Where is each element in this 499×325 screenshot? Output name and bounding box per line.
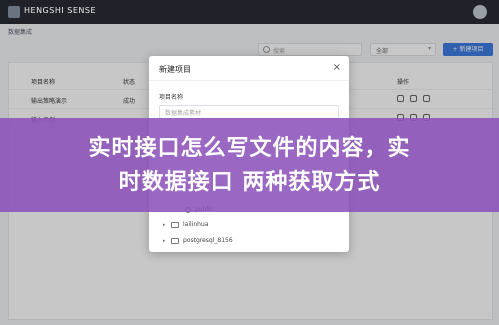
- expand-arrow-icon[interactable]: ▸: [163, 222, 166, 228]
- project-name-placeholder: 数据集成素材: [165, 110, 202, 117]
- avatar[interactable]: [473, 5, 487, 19]
- folder-icon: [171, 222, 179, 228]
- tree-node-lailinhua[interactable]: lailinhua: [183, 221, 208, 228]
- close-icon[interactable]: ×: [333, 62, 341, 73]
- project-name-field[interactable]: 数据集成素材: [159, 105, 339, 119]
- banner-line-1: 实时接口怎么写文件的内容，实: [88, 136, 411, 161]
- project-name-label: 项目名称: [159, 94, 184, 101]
- app-title: HENGSHI SENSE: [24, 6, 96, 15]
- folder-icon: [171, 238, 179, 244]
- tree-node-postgresql[interactable]: postgresql_8156: [183, 237, 233, 244]
- expand-arrow-icon[interactable]: ▸: [163, 238, 166, 244]
- top-bar: HENGSHI SENSE: [0, 0, 499, 24]
- dialog-title: 新建项目: [159, 65, 191, 74]
- logo-icon: [8, 6, 20, 18]
- banner-line-2: 时数据接口 两种获取方式: [118, 170, 381, 195]
- dialog-divider: [149, 80, 349, 81]
